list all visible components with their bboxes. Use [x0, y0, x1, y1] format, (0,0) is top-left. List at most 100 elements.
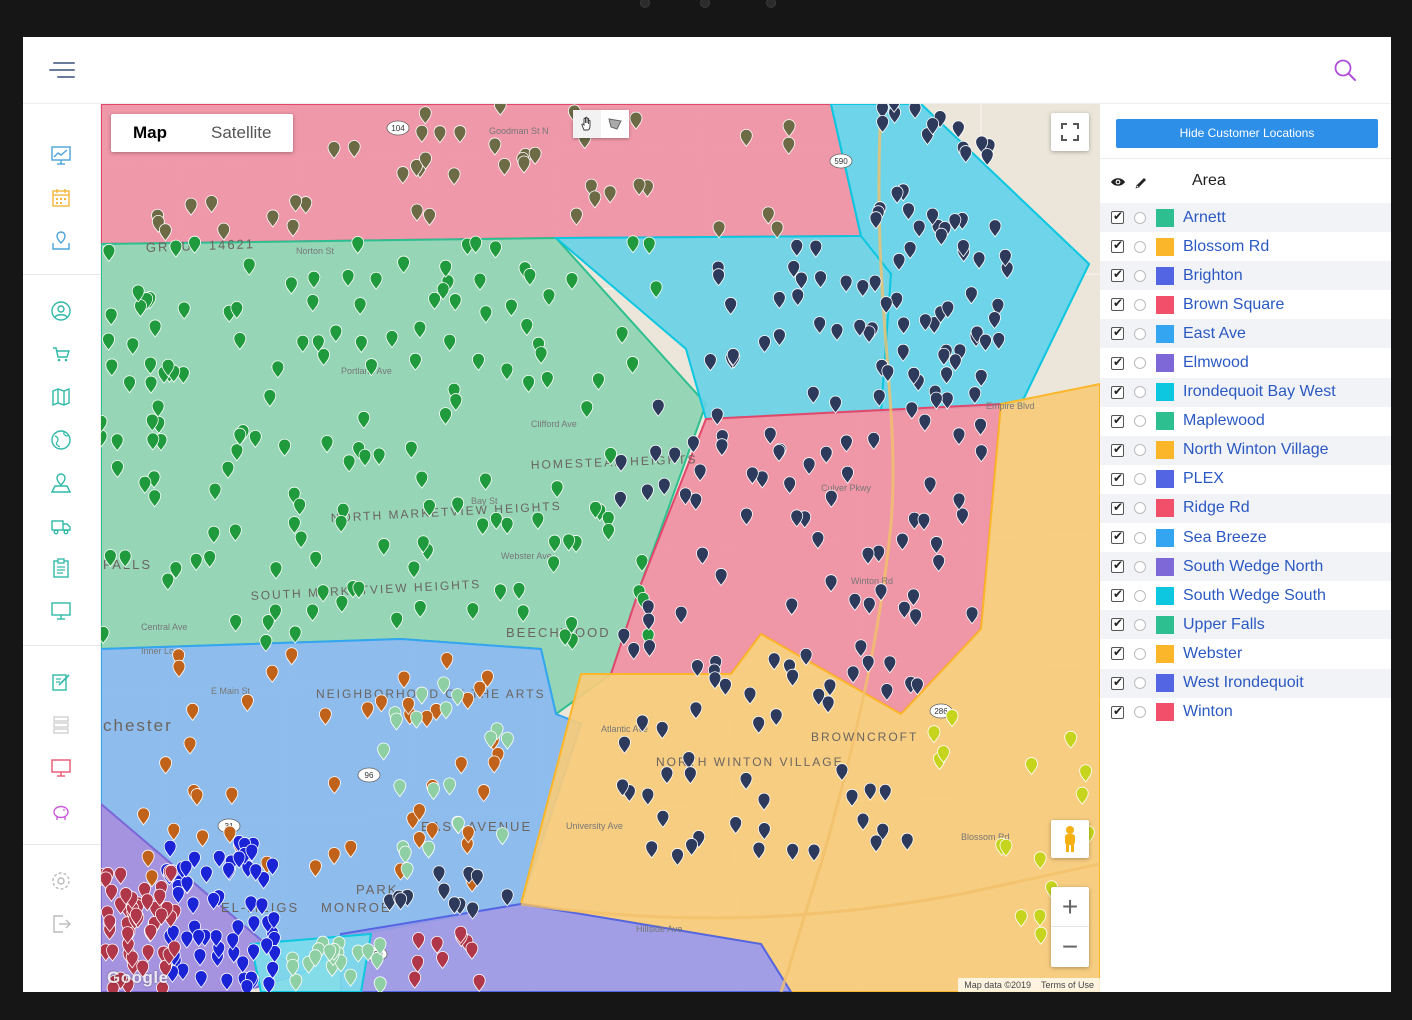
area-name[interactable]: Irondequoit Bay West [1183, 383, 1336, 401]
truck-icon[interactable] [50, 515, 72, 537]
visibility-checkbox[interactable] [1111, 645, 1124, 661]
eye-icon[interactable] [1110, 177, 1126, 187]
edit-radio[interactable] [1134, 357, 1146, 370]
visibility-checkbox[interactable] [1111, 355, 1124, 370]
area-name[interactable]: West Irondequoit [1183, 674, 1304, 692]
area-name[interactable]: Maplewood [1183, 412, 1265, 430]
location-map-icon[interactable] [50, 472, 72, 494]
street-view-pegman-icon[interactable] [1051, 820, 1089, 858]
area-row[interactable]: South Wedge South [1100, 581, 1391, 610]
customer-location-pin[interactable] [240, 979, 254, 992]
fullscreen-icon[interactable] [1051, 113, 1089, 151]
map-pin-icon[interactable] [50, 229, 72, 251]
area-name[interactable]: Sea Breeze [1183, 529, 1267, 547]
area-row[interactable]: South Wedge North [1100, 552, 1391, 582]
area-row[interactable]: Ridge Rd [1100, 493, 1391, 524]
dashboard-chart-icon[interactable] [50, 144, 72, 166]
map-type-map-button[interactable]: Map [111, 114, 189, 152]
area-row[interactable]: Elmwood [1100, 348, 1391, 377]
edit-radio[interactable] [1134, 298, 1146, 311]
draw-polygon-icon[interactable] [601, 110, 629, 138]
globe-icon[interactable] [50, 429, 72, 451]
visibility-checkbox[interactable] [1111, 296, 1124, 312]
area-row[interactable]: Irondequoit Bay West [1100, 377, 1391, 407]
map-view[interactable]: GROUP 14621 NORTH MARKETVIEW HEIGHTS SOUTH… [101, 104, 1100, 992]
edit-radio[interactable] [1134, 444, 1146, 457]
area-row[interactable]: East Ave [1100, 319, 1391, 349]
visibility-checkbox[interactable] [1111, 587, 1124, 603]
area-row[interactable]: North Winton Village [1100, 435, 1391, 465]
area-row[interactable]: PLEX [1100, 465, 1391, 494]
area-name[interactable]: Winton [1183, 703, 1233, 721]
edit-radio[interactable] [1134, 386, 1146, 399]
area-row[interactable]: Sea Breeze [1100, 523, 1391, 552]
area-name[interactable]: Ridge Rd [1183, 499, 1250, 517]
edit-document-icon[interactable] [50, 671, 72, 693]
hand-pan-icon[interactable] [573, 110, 601, 138]
cart-icon[interactable] [50, 343, 72, 365]
area-row[interactable]: West Irondequoit [1100, 668, 1391, 698]
logout-icon[interactable] [50, 913, 72, 935]
area-name[interactable]: South Wedge South [1183, 587, 1326, 605]
stack-icon[interactable] [50, 714, 72, 736]
area-row[interactable]: Webster [1100, 639, 1391, 668]
user-icon[interactable] [50, 300, 72, 322]
area-row[interactable]: Maplewood [1100, 407, 1391, 436]
visibility-checkbox[interactable] [1111, 238, 1124, 254]
visibility-checkbox[interactable] [1111, 413, 1124, 428]
map-icon[interactable] [50, 386, 72, 408]
visibility-checkbox[interactable] [1111, 558, 1124, 574]
edit-radio[interactable] [1134, 211, 1146, 224]
visibility-checkbox[interactable] [1111, 529, 1124, 545]
visibility-checkbox[interactable] [1111, 675, 1124, 690]
visibility-checkbox[interactable] [1111, 325, 1124, 341]
edit-radio[interactable] [1134, 473, 1146, 486]
area-name[interactable]: North Winton Village [1183, 441, 1329, 459]
area-name[interactable]: Brighton [1183, 267, 1243, 285]
edit-radio[interactable] [1134, 269, 1146, 282]
visibility-checkbox[interactable] [1111, 267, 1124, 283]
visibility-checkbox[interactable] [1111, 500, 1124, 515]
area-row[interactable]: Brown Square [1100, 290, 1391, 319]
hide-customer-locations-button[interactable]: Hide Customer Locations [1116, 119, 1378, 148]
terms-of-use-link[interactable]: Terms of Use [1041, 980, 1094, 990]
edit-radio[interactable] [1134, 531, 1146, 544]
search-icon[interactable] [1333, 58, 1357, 82]
area-name[interactable]: South Wedge North [1183, 558, 1323, 576]
settings-gear-icon[interactable] [50, 870, 72, 892]
area-row[interactable]: Brighton [1100, 261, 1391, 291]
visibility-checkbox[interactable] [1111, 209, 1124, 225]
edit-radio[interactable] [1134, 240, 1146, 253]
edit-radio[interactable] [1134, 415, 1146, 428]
edit-radio[interactable] [1134, 589, 1146, 602]
edit-radio[interactable] [1134, 560, 1146, 573]
zoom-in-icon[interactable]: + [1051, 887, 1089, 927]
visibility-checkbox[interactable] [1111, 442, 1124, 457]
visibility-checkbox[interactable] [1111, 704, 1124, 719]
area-name[interactable]: Blossom Rd [1183, 238, 1269, 256]
area-name[interactable]: Brown Square [1183, 296, 1284, 314]
piggy-bank-icon[interactable] [50, 800, 72, 822]
visibility-checkbox[interactable] [1111, 616, 1124, 632]
area-name[interactable]: Webster [1183, 645, 1242, 663]
area-name[interactable]: East Ave [1183, 325, 1246, 343]
area-row[interactable]: Blossom Rd [1100, 232, 1391, 261]
area-name[interactable]: Elmwood [1183, 354, 1249, 372]
area-row[interactable]: Winton [1100, 698, 1391, 727]
visibility-checkbox[interactable] [1111, 471, 1124, 486]
area-row[interactable]: Upper Falls [1100, 610, 1391, 640]
edit-radio[interactable] [1134, 677, 1146, 690]
calendar-icon[interactable] [50, 187, 72, 209]
monitor-icon[interactable] [50, 600, 72, 622]
edit-radio[interactable] [1134, 327, 1146, 340]
zoom-out-icon[interactable]: − [1051, 927, 1089, 967]
map-canvas[interactable]: GROUP 14621NORTH MARKETVIEW HEIGHTSSOUTH… [101, 104, 1100, 992]
edit-radio[interactable] [1134, 706, 1146, 719]
clipboard-icon[interactable] [50, 557, 72, 579]
edit-radio[interactable] [1134, 647, 1146, 660]
area-name[interactable]: Upper Falls [1183, 616, 1265, 634]
visibility-checkbox[interactable] [1111, 384, 1124, 399]
map-type-satellite-button[interactable]: Satellite [189, 114, 293, 152]
area-name[interactable]: PLEX [1183, 470, 1224, 488]
hamburger-menu-icon[interactable] [49, 61, 75, 81]
